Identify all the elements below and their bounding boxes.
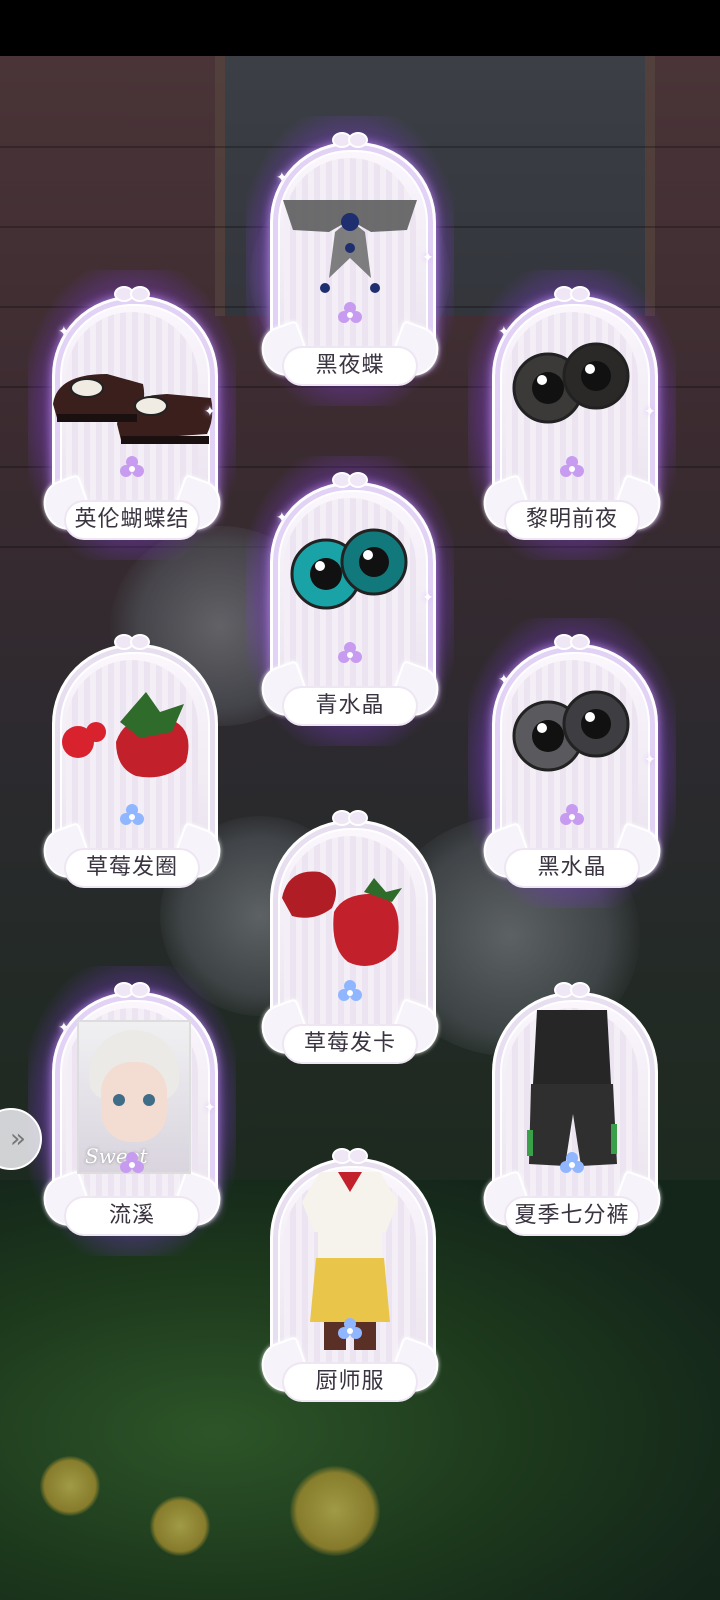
yellow-flower	[290, 1466, 380, 1556]
reward-card-caomeifaka[interactable]: 草莓发卡	[254, 808, 446, 1078]
grey-eyes-icon	[496, 682, 646, 786]
sparkle-icon: ✦	[204, 1100, 216, 1116]
chevron-right-icon: »	[10, 1124, 26, 1154]
dark-eyes-icon	[496, 334, 646, 438]
rarity-clover-icon	[336, 978, 364, 1006]
bow-ornament-icon	[552, 284, 592, 302]
reward-card-yinglun[interactable]: 英伦蝴蝶结 ✦ ✦	[28, 270, 236, 560]
sparkle-icon: ✦	[58, 1020, 70, 1036]
card-label: 草莓发卡	[284, 1026, 416, 1062]
card-label: 流溪	[66, 1198, 198, 1234]
rarity-clover-icon	[558, 802, 586, 830]
reward-card-xiaji[interactable]: 夏季七分裤	[476, 980, 668, 1250]
reward-card-qingshuijing[interactable]: 青水晶 ✦ ✦	[246, 456, 454, 746]
sparkle-icon: ✦	[498, 324, 510, 340]
rarity-clover-icon	[336, 1316, 364, 1344]
bow-ornament-icon	[330, 130, 370, 148]
reward-card-liuxi[interactable]: Sweet 流溪 ✦ ✦	[28, 966, 236, 1256]
bow-ornament-icon	[112, 980, 152, 998]
strawberry-hairband-icon	[56, 682, 206, 796]
reward-card-liming[interactable]: 黎明前夜 ✦ ✦	[468, 270, 676, 560]
reward-card-caomeifaquan[interactable]: 草莓发圈	[36, 632, 228, 902]
sparkle-icon: ✦	[644, 404, 656, 420]
rarity-clover-icon	[558, 454, 586, 482]
sparkle-icon: ✦	[276, 170, 288, 186]
sparkle-icon: ✦	[422, 250, 434, 266]
sparkle-icon: ✦	[58, 324, 70, 340]
rarity-clover-icon	[558, 1150, 586, 1178]
card-label: 草莓发圈	[66, 850, 198, 886]
rarity-clover-icon	[118, 1150, 146, 1178]
card-label: 英伦蝴蝶结	[66, 502, 198, 538]
rarity-clover-icon	[118, 802, 146, 830]
bow-ornament-icon	[112, 632, 152, 650]
bow-ornament-icon	[330, 470, 370, 488]
bow-ornament-icon	[552, 632, 592, 650]
sparkle-icon: ✦	[422, 590, 434, 606]
sparkle-icon: ✦	[276, 510, 288, 526]
shoes-icon	[47, 354, 217, 468]
card-label: 黎明前夜	[506, 502, 638, 538]
card-label: 黑水晶	[506, 850, 638, 886]
rarity-clover-icon	[118, 454, 146, 482]
reward-card-chushifu[interactable]: 厨师服	[254, 1146, 446, 1416]
bow-ornament-icon	[552, 980, 592, 998]
bow-ornament-icon	[330, 808, 370, 826]
reward-card-heishuijing[interactable]: 黑水晶 ✦ ✦	[468, 618, 676, 908]
card-label: 厨师服	[284, 1364, 416, 1400]
bow-ornament-icon	[112, 284, 152, 302]
card-label: 夏季七分裤	[506, 1198, 638, 1234]
card-label: 黑夜蝶	[284, 348, 416, 384]
strawberry-clip-icon	[274, 858, 424, 992]
sparkle-icon: ✦	[498, 672, 510, 688]
sparkle-icon: ✦	[204, 404, 216, 420]
yellow-flower	[150, 1496, 210, 1556]
sparkle-icon: ✦	[644, 752, 656, 768]
rarity-clover-icon	[336, 300, 364, 328]
yellow-flower	[40, 1456, 100, 1516]
rarity-clover-icon	[336, 640, 364, 668]
reward-card-heiyedie[interactable]: 黑夜蝶 ✦ ✦	[246, 116, 454, 406]
status-bar	[0, 0, 720, 56]
teal-eyes-icon	[274, 520, 424, 624]
card-label: 青水晶	[284, 688, 416, 724]
